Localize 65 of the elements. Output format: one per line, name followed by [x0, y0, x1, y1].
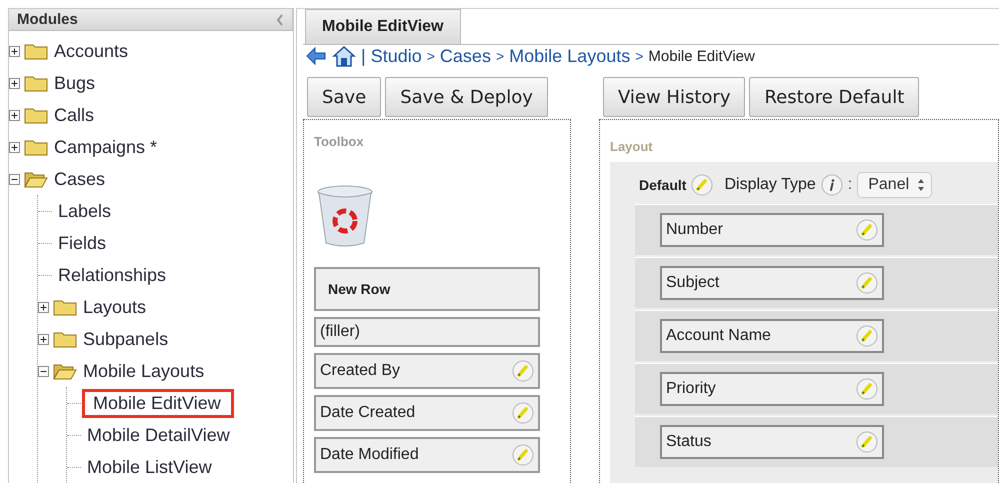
breadcrumb-separator: >	[496, 48, 504, 64]
open-folder-icon	[24, 170, 48, 188]
field-label: Date Modified	[320, 446, 419, 464]
breadcrumb-divider: |	[361, 46, 366, 66]
stepper-icon	[917, 178, 926, 192]
expand-toggle-icon[interactable]	[9, 78, 20, 88]
tree-item[interactable]: Labels	[56, 200, 114, 222]
breadcrumb-link[interactable]: Studio	[370, 46, 422, 66]
colon-label: :	[848, 176, 852, 194]
expand-toggle-icon[interactable]	[38, 334, 49, 344]
toolbar-button[interactable]: Save	[307, 77, 382, 117]
panel-title: Layout	[610, 139, 653, 154]
tab[interactable]: Mobile EditView	[305, 9, 460, 44]
info-icon[interactable]	[820, 174, 843, 196]
tree-item[interactable]: Calls	[52, 104, 96, 126]
toolbar-button[interactable]: Save & Deploy	[385, 77, 548, 117]
expand-toggle-icon[interactable]	[9, 46, 20, 56]
field-label: Priority	[666, 380, 716, 398]
folder-icon	[24, 138, 48, 156]
home-icon[interactable]	[332, 45, 356, 67]
field-label: Created By	[320, 362, 400, 380]
display-type-label: Display Type	[724, 176, 816, 194]
recycle-bin-icon[interactable]	[316, 185, 374, 249]
tree-item[interactable]: Cases	[52, 168, 108, 190]
expand-toggle-icon[interactable]	[38, 302, 49, 312]
tree-item[interactable]: Accounts	[52, 40, 130, 62]
breadcrumb-current: Mobile EditView	[648, 48, 755, 64]
tree-item[interactable]: Campaigns *	[52, 136, 160, 158]
field-label: Account Name	[666, 327, 771, 345]
breadcrumb-link[interactable]: Cases	[440, 46, 491, 66]
tree-item[interactable]: Relationships	[56, 264, 168, 286]
tree-item[interactable]: Mobile Layouts	[81, 360, 206, 382]
tree-item[interactable]: Layouts	[81, 296, 148, 318]
tree-item[interactable]: Mobile EditView	[85, 392, 231, 414]
tree-item[interactable]: Mobile DetailView	[85, 424, 232, 446]
toolbar-button[interactable]: Restore Default	[749, 77, 920, 117]
filler-item[interactable]: (filler)	[314, 317, 540, 347]
folder-icon	[24, 42, 48, 60]
open-folder-icon	[53, 362, 77, 380]
folder-icon	[24, 106, 48, 124]
tree-item[interactable]: Fields	[56, 232, 108, 254]
folder-icon	[53, 298, 77, 316]
expand-toggle-icon[interactable]	[9, 110, 20, 120]
panel-title: Toolbox	[314, 134, 365, 149]
tree-item[interactable]: Bugs	[52, 72, 98, 94]
collapse-toggle-icon[interactable]	[9, 174, 20, 184]
tree-item[interactable]: Mobile ListView	[85, 456, 214, 478]
field-label: Status	[666, 433, 712, 451]
sidebar-title: Modules	[17, 11, 78, 28]
back-arrow-icon[interactable]	[305, 46, 327, 66]
display-type-select[interactable]: Panel	[857, 172, 932, 198]
breadcrumb-link[interactable]: Mobile Layouts	[509, 46, 630, 66]
folder-icon	[53, 330, 77, 348]
toolbar-button[interactable]: View History	[603, 77, 746, 117]
folder-icon	[24, 74, 48, 92]
collapse-toggle-icon[interactable]	[38, 366, 49, 376]
new-row-item[interactable]: New Row	[314, 267, 540, 311]
panel-name: Default	[639, 177, 686, 193]
tree-item[interactable]: Subpanels	[81, 328, 170, 350]
breadcrumb-separator: >	[635, 48, 644, 64]
expand-toggle-icon[interactable]	[9, 142, 20, 152]
field-label: Number	[666, 221, 723, 239]
breadcrumb-separator: >	[426, 48, 435, 64]
field-label: Subject	[666, 274, 720, 292]
field-label: Date Created	[320, 404, 416, 422]
